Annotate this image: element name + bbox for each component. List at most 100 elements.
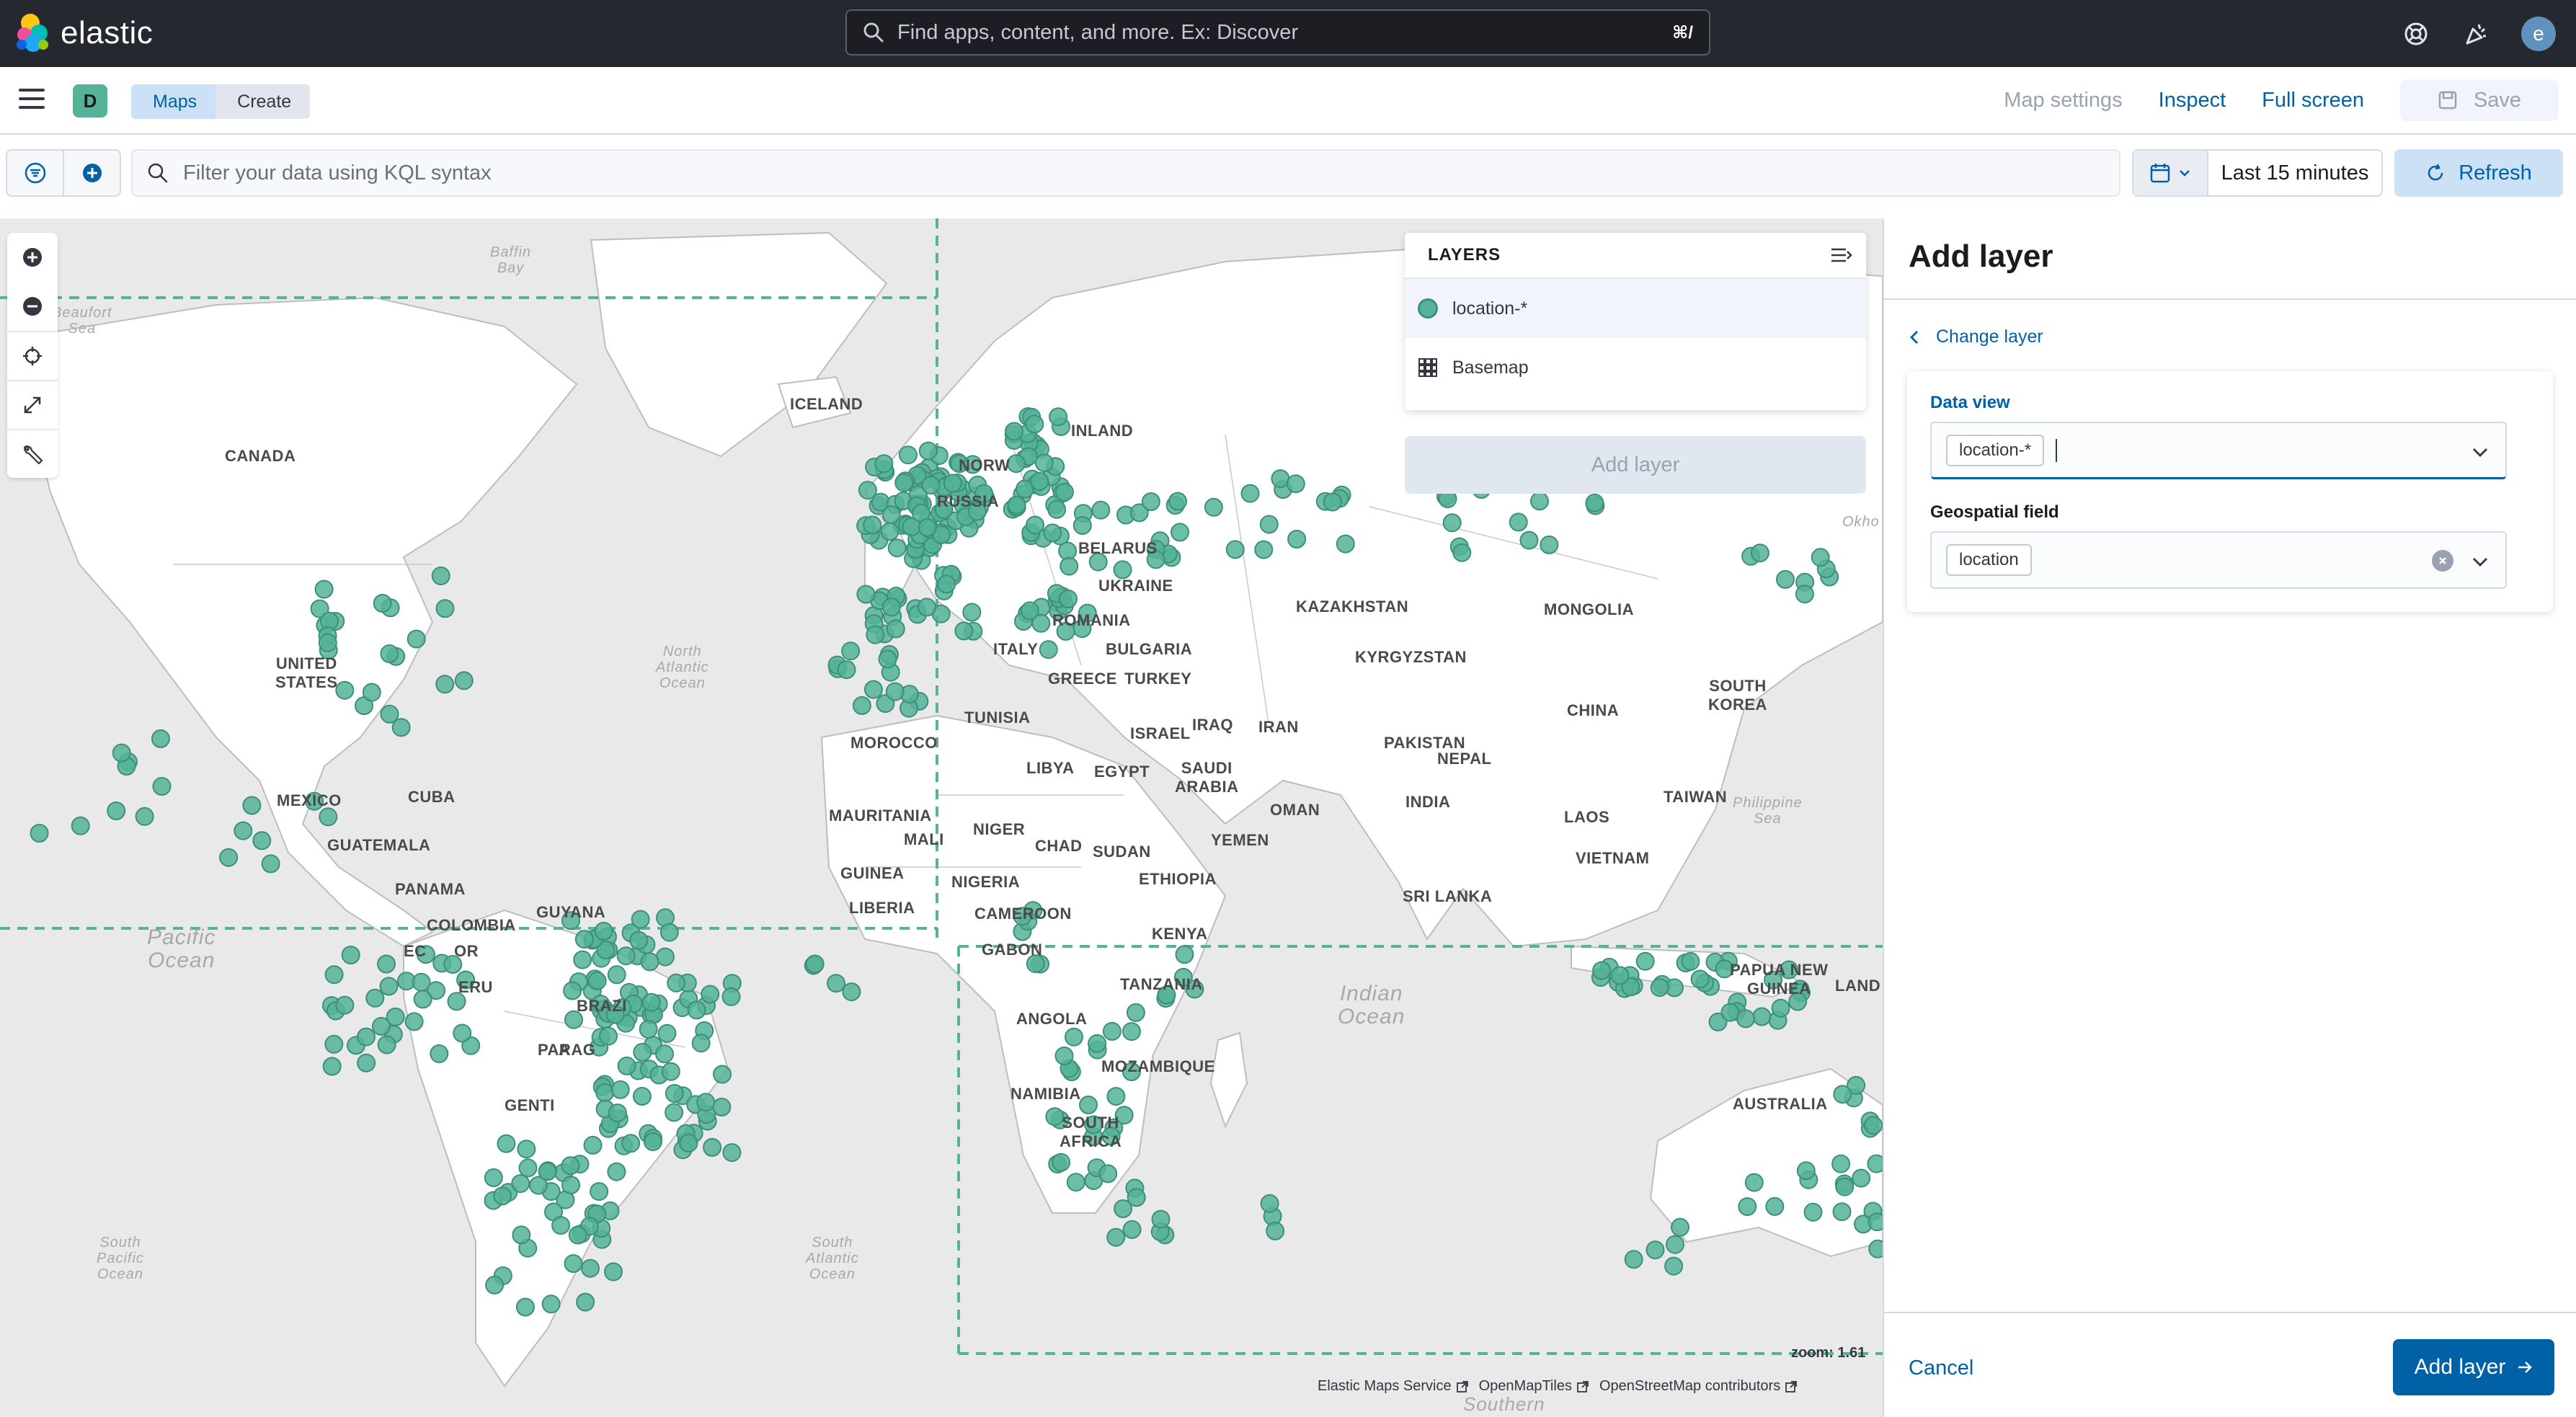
data-point[interactable] (1168, 492, 1187, 511)
data-point[interactable] (841, 641, 861, 661)
data-point[interactable] (590, 1182, 609, 1201)
data-point[interactable] (404, 1012, 424, 1031)
data-point[interactable] (1225, 540, 1245, 559)
data-point[interactable] (1141, 492, 1160, 511)
data-point[interactable] (1831, 1154, 1851, 1173)
data-point[interactable] (515, 1297, 535, 1317)
data-point[interactable] (1122, 1220, 1142, 1239)
data-point[interactable] (568, 1225, 587, 1245)
data-point[interactable] (362, 683, 381, 702)
data-point[interactable] (610, 1080, 630, 1099)
data-point[interactable] (335, 995, 355, 1015)
data-point[interactable] (1585, 493, 1604, 512)
data-point[interactable] (1098, 1164, 1118, 1183)
layer-row-location[interactable]: location-* (1405, 279, 1866, 338)
data-point[interactable] (894, 473, 914, 492)
data-point[interactable] (1690, 969, 1710, 989)
kql-search-input[interactable]: Filter your data using KQL syntax (131, 149, 2120, 197)
data-point[interactable] (1106, 1087, 1126, 1106)
data-point[interactable] (261, 854, 280, 874)
data-point[interactable] (631, 910, 650, 929)
date-picker[interactable]: Last 15 minutes (2132, 149, 2383, 197)
data-point[interactable] (1039, 640, 1058, 659)
data-point[interactable] (878, 649, 897, 669)
data-point[interactable] (856, 585, 876, 604)
data-point[interactable] (696, 1093, 716, 1112)
data-point[interactable] (541, 1294, 561, 1314)
data-point[interactable] (518, 1158, 538, 1178)
zoom-in-button[interactable] (7, 233, 58, 282)
data-point[interactable] (1509, 512, 1528, 532)
data-point[interactable] (1811, 548, 1830, 567)
data-point[interactable] (574, 930, 594, 949)
data-point[interactable] (722, 1143, 742, 1163)
data-point[interactable] (691, 1034, 711, 1053)
data-point[interactable] (1635, 951, 1655, 971)
attribution-link[interactable]: OpenStreetMap contributors (1599, 1378, 1780, 1395)
data-point[interactable] (1867, 1212, 1883, 1232)
data-point[interactable] (1065, 1027, 1083, 1047)
add-layer-button[interactable]: Add layer (2393, 1339, 2554, 1395)
data-point[interactable] (71, 816, 90, 835)
data-point[interactable] (357, 1027, 376, 1047)
data-point[interactable] (1151, 1209, 1171, 1229)
data-point[interactable] (885, 682, 905, 701)
data-point[interactable] (1736, 1009, 1755, 1029)
data-point[interactable] (1442, 513, 1462, 533)
data-view-select[interactable]: location-* (1930, 422, 2507, 479)
data-point[interactable] (887, 538, 907, 558)
data-point[interactable] (1664, 1256, 1684, 1276)
data-point[interactable] (454, 671, 474, 690)
data-point[interactable] (1867, 1154, 1883, 1173)
full-screen-link[interactable]: Full screen (2262, 89, 2364, 112)
data-point[interactable] (1771, 998, 1790, 1018)
data-point[interactable] (1054, 482, 1074, 502)
data-point[interactable] (1720, 1003, 1740, 1022)
data-point[interactable] (917, 598, 936, 617)
data-point[interactable] (412, 972, 431, 992)
data-point[interactable] (1060, 556, 1079, 576)
data-point[interactable] (1113, 560, 1132, 579)
data-point[interactable] (576, 1292, 595, 1312)
data-point[interactable] (665, 1103, 684, 1122)
data-point[interactable] (581, 1258, 600, 1278)
data-point[interactable] (564, 1254, 583, 1274)
data-point[interactable] (380, 644, 399, 663)
data-point[interactable] (1072, 516, 1092, 535)
data-point[interactable] (640, 952, 659, 972)
data-point[interactable] (639, 1020, 658, 1039)
data-point[interactable] (1026, 515, 1044, 535)
add-filter-button[interactable] (63, 151, 120, 195)
data-point[interactable] (151, 729, 170, 748)
data-point[interactable] (962, 603, 982, 622)
data-point[interactable] (679, 1134, 698, 1152)
data-point[interactable] (242, 796, 262, 815)
data-point[interactable] (587, 971, 607, 990)
data-point[interactable] (430, 1044, 449, 1063)
data-point[interactable] (1336, 534, 1355, 554)
data-point[interactable] (1610, 966, 1630, 985)
data-point[interactable] (413, 990, 432, 1009)
collapse-panel-icon[interactable] (1830, 245, 1853, 265)
data-point[interactable] (1126, 1003, 1145, 1022)
menu-toggle-icon[interactable] (19, 89, 45, 110)
data-point[interactable] (561, 1176, 580, 1195)
data-point[interactable] (1271, 469, 1290, 489)
data-point[interactable] (1835, 1177, 1855, 1196)
data-point[interactable] (372, 1016, 391, 1036)
data-point[interactable] (641, 992, 661, 1012)
data-point[interactable] (721, 987, 741, 1006)
data-point[interactable] (322, 1057, 342, 1076)
data-point[interactable] (152, 777, 172, 796)
data-point[interactable] (1650, 978, 1669, 998)
data-point[interactable] (493, 1186, 512, 1206)
data-point[interactable] (583, 1135, 603, 1155)
data-point[interactable] (341, 946, 360, 964)
data-point[interactable] (874, 454, 894, 474)
data-point[interactable] (886, 619, 905, 639)
data-point[interactable] (701, 985, 720, 1004)
data-point[interactable] (314, 579, 334, 599)
data-point[interactable] (863, 515, 882, 535)
data-point[interactable] (511, 1174, 530, 1194)
data-point[interactable] (594, 921, 613, 941)
